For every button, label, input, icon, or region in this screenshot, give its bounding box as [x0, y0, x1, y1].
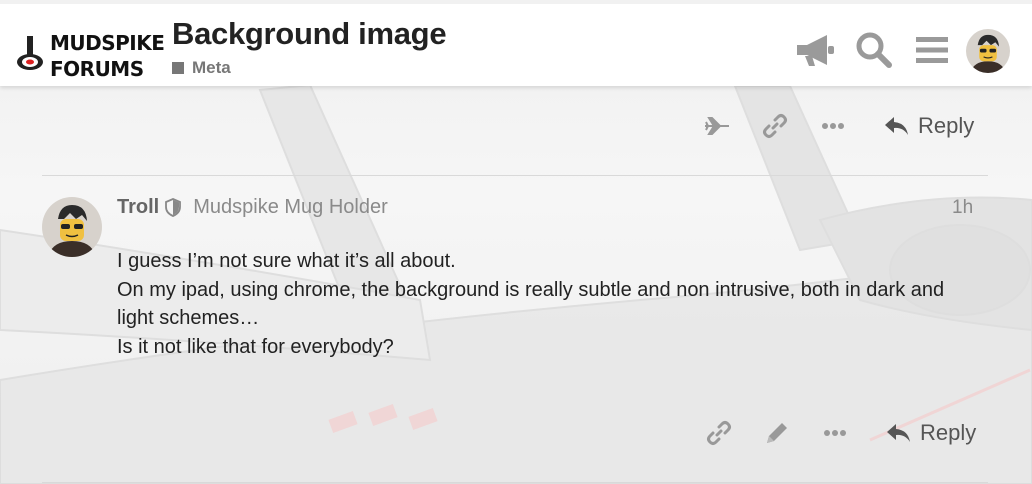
post-divider: [42, 482, 988, 483]
category-label: Meta: [192, 58, 231, 77]
site-logo[interactable]: MUDSPIKE FORUMS: [14, 30, 165, 84]
hamburger-menu-icon[interactable]: [910, 28, 954, 72]
edit-icon[interactable]: [748, 413, 806, 453]
post-paragraph: I guess I’m not sure what it’s all about…: [117, 250, 456, 272]
user-avatar[interactable]: [966, 29, 1010, 73]
user-title: Mudspike Mug Holder: [193, 196, 388, 218]
plane-icon[interactable]: [688, 106, 746, 146]
post-date[interactable]: 1h: [952, 197, 973, 219]
reply-arrow-icon: [887, 424, 910, 442]
reply-arrow-icon: [885, 117, 908, 135]
page: MUDSPIKE FORUMS Background image Meta Re…: [0, 0, 1032, 484]
post-author-avatar[interactable]: [42, 197, 102, 257]
shield-icon: [165, 198, 182, 217]
site-header: MUDSPIKE FORUMS Background image Meta: [0, 0, 1032, 86]
topic-title[interactable]: Background image: [172, 16, 447, 52]
post-paragraph: On my ipad, using chrome, the background…: [117, 278, 945, 330]
logo-target-icon: [17, 36, 43, 70]
reply-button[interactable]: Reply: [886, 420, 976, 446]
category-badge[interactable]: Meta: [172, 58, 231, 78]
more-icon[interactable]: [806, 413, 864, 453]
post-actions: Reply: [690, 413, 976, 453]
reply-label: Reply: [920, 420, 977, 445]
reply-label: Reply: [918, 113, 975, 138]
link-icon[interactable]: [746, 106, 804, 146]
previous-post-actions: Reply: [688, 106, 974, 146]
link-icon[interactable]: [690, 413, 748, 453]
post-meta: Troll Mudspike Mug Holder: [117, 196, 388, 219]
more-icon[interactable]: [804, 106, 862, 146]
search-icon[interactable]: [852, 28, 896, 72]
logo-line-1: MUDSPIKE: [50, 31, 165, 55]
post-username[interactable]: Troll: [117, 196, 159, 219]
reply-button[interactable]: Reply: [884, 113, 974, 139]
post-body: I guess I’m not sure what it’s all about…: [117, 247, 977, 361]
category-color-square: [172, 62, 184, 74]
post-paragraph: Is it not like that for everybody?: [117, 335, 394, 358]
logo-line-2: FORUMS: [50, 57, 144, 81]
post-divider: [42, 175, 988, 176]
megaphone-icon[interactable]: [794, 28, 838, 72]
logo-text: MUDSPIKE FORUMS: [50, 30, 165, 82]
